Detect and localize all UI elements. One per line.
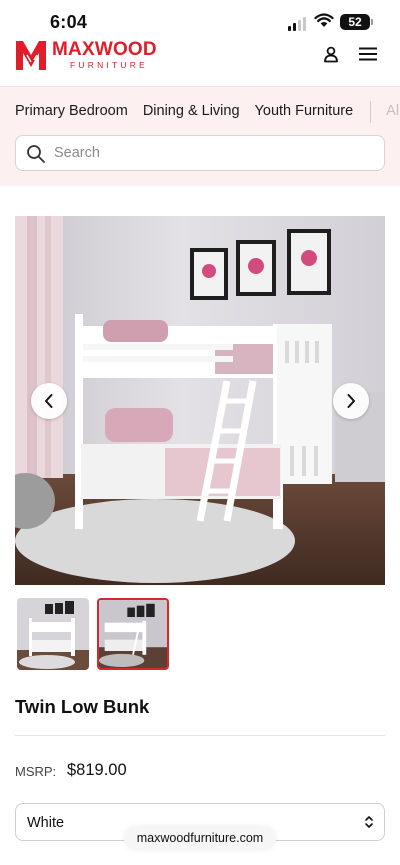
browser-url-bar[interactable]: maxwoodfurniture.com bbox=[124, 826, 276, 850]
category-divider bbox=[370, 101, 372, 123]
gallery-prev-button[interactable] bbox=[31, 383, 67, 419]
product-thumbnail-2-selected[interactable] bbox=[97, 598, 169, 670]
category-dining-living[interactable]: Dining & Living bbox=[143, 103, 240, 123]
hamburger-menu-icon[interactable] bbox=[358, 46, 378, 62]
gallery-next-button[interactable] bbox=[333, 383, 369, 419]
category-truncated[interactable]: Al bbox=[386, 103, 399, 123]
search-bar[interactable] bbox=[15, 135, 385, 171]
user-icon[interactable] bbox=[321, 44, 341, 64]
category-primary-bedroom[interactable]: Primary Bedroom bbox=[15, 103, 128, 123]
navigation-area: Primary Bedroom Dining & Living Youth Fu… bbox=[0, 86, 400, 186]
status-time: 6:04 bbox=[50, 12, 88, 32]
wifi-icon bbox=[314, 13, 334, 27]
section-divider bbox=[15, 735, 385, 736]
color-select-value: White bbox=[27, 815, 65, 831]
chevron-right-icon bbox=[347, 394, 355, 408]
search-icon bbox=[27, 145, 45, 163]
msrp-label: MSRP: bbox=[15, 764, 57, 779]
maxwood-logo-icon bbox=[16, 41, 46, 70]
brand-logo[interactable]: MAXWOOD FURNITURE bbox=[14, 38, 157, 72]
brand-tagline: FURNITURE bbox=[70, 60, 148, 71]
battery-indicator: 52 bbox=[340, 14, 373, 30]
cellular-signal-icon bbox=[288, 17, 306, 31]
product-price: $819.00 bbox=[67, 761, 127, 779]
bunk-bed-photo bbox=[15, 216, 385, 585]
brand-name: MAXWOOD bbox=[52, 39, 157, 61]
status-bar: 6:04 52 bbox=[0, 0, 400, 36]
chevron-left-icon bbox=[45, 394, 53, 408]
product-main-image[interactable] bbox=[15, 216, 385, 585]
thumbnail-image bbox=[99, 600, 167, 668]
thumbnail-image bbox=[17, 598, 89, 670]
product-thumbnail-1[interactable] bbox=[17, 598, 89, 670]
category-youth-furniture[interactable]: Youth Furniture bbox=[255, 103, 354, 123]
search-input[interactable] bbox=[54, 136, 374, 170]
select-chevrons-icon bbox=[365, 816, 373, 828]
product-title: Twin Low Bunk bbox=[15, 696, 150, 717]
site-header: MAXWOOD FURNITURE bbox=[0, 36, 400, 86]
category-nav: Primary Bedroom Dining & Living Youth Fu… bbox=[15, 101, 400, 123]
